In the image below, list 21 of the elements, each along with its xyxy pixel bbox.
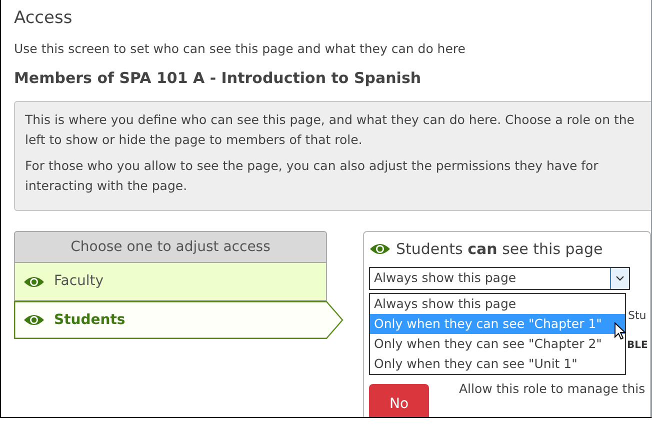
permission-label: Allow this role to manage this bbox=[459, 380, 646, 398]
role-item[interactable]: Faculty bbox=[14, 263, 327, 301]
roles-header: Choose one to adjust access bbox=[14, 231, 327, 263]
partial-text: Stu bbox=[628, 308, 646, 324]
eye-icon bbox=[23, 276, 45, 288]
eye-icon bbox=[369, 243, 391, 255]
page-subtitle: Use this screen to set who can see this page and what they can do here bbox=[14, 40, 466, 58]
section-heading: Members of SPA 101 A - Introduction to Spanish bbox=[14, 68, 422, 89]
page-title: Access bbox=[14, 7, 74, 30]
partial-text: BLE bbox=[627, 339, 648, 353]
toggle-button[interactable]: No bbox=[369, 384, 429, 417]
eye-icon bbox=[23, 314, 45, 326]
panel-title: Students can see this page bbox=[396, 238, 603, 260]
info-paragraph: This is where you define who can see this page, and what they can do here. Choose a role on the left to show or hide the page to members of that role. bbox=[25, 111, 636, 149]
dropdown-option[interactable]: Only when they can see "Chapter 2" bbox=[370, 334, 625, 354]
dropdown-option[interactable]: Always show this page bbox=[370, 294, 625, 314]
dropdown-option[interactable]: Only when they can see "Unit 1" bbox=[370, 354, 625, 374]
role-item[interactable]: Students bbox=[14, 301, 344, 339]
visibility-select[interactable]: Always show this page bbox=[369, 267, 630, 290]
info-paragraph: For those who you allow to see the page, you can also adjust the permissions they have for interacting with the page. bbox=[25, 157, 600, 195]
chevron-down-icon bbox=[616, 276, 624, 281]
